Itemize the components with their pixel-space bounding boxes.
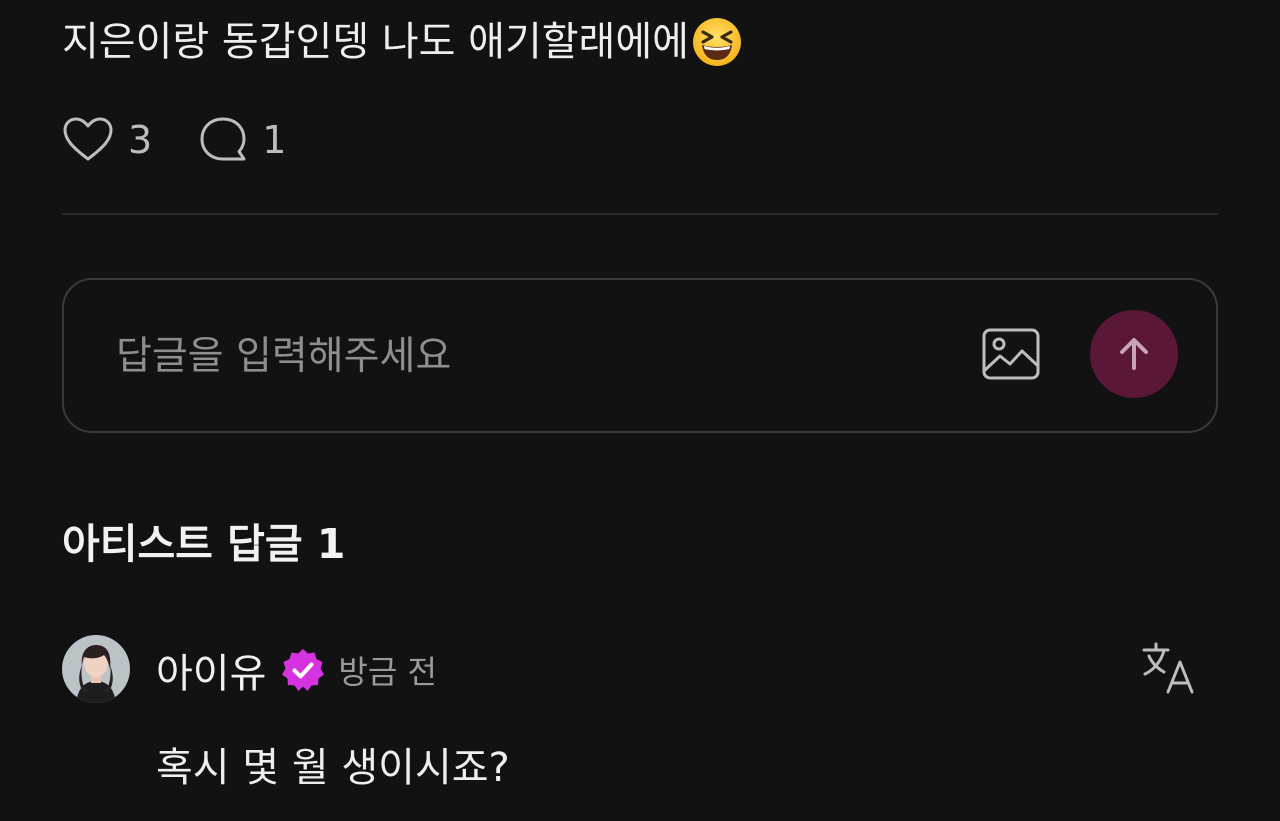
author-name[interactable]: 아이유 — [156, 641, 266, 699]
speech-bubble-icon — [200, 117, 246, 161]
reply-text: 혹시 몇 월 생이시죠? — [156, 745, 510, 791]
reply-header: 아이유 방금 전 — [156, 640, 437, 700]
artist-avatar-image — [62, 635, 130, 703]
reply-timestamp: 방금 전 — [338, 653, 437, 691]
comment-button[interactable]: 1 — [198, 115, 286, 165]
comment-count: 1 — [262, 118, 287, 162]
image-icon — [982, 328, 1040, 380]
post-detail-page: 지은이랑 동갑인뎅 나도 애기할래에에 3 1 답글을 입력해주세요 아티스트 … — [0, 0, 1280, 821]
artist-replies-title: 아티스트 답글 1 — [62, 520, 346, 568]
attach-image-button[interactable] — [980, 324, 1042, 386]
grinning-squinting-face-emoji-icon — [692, 18, 741, 66]
like-count: 3 — [128, 118, 153, 162]
post-actions: 3 1 — [62, 112, 286, 168]
arrow-up-icon — [1120, 338, 1148, 370]
divider — [62, 213, 1218, 215]
post-body: 지은이랑 동갑인뎅 나도 애기할래에에 — [62, 14, 743, 70]
verified-badge-icon — [282, 649, 325, 691]
avatar[interactable] — [62, 635, 130, 703]
translate-icon — [1142, 642, 1194, 694]
reply-input[interactable] — [116, 326, 916, 386]
like-button[interactable]: 3 — [62, 116, 152, 164]
post-text: 지은이랑 동갑인뎅 나도 애기할래에에 — [62, 19, 689, 65]
heart-icon — [63, 117, 113, 161]
translate-button[interactable] — [1140, 640, 1198, 698]
reply-composer — [62, 278, 1218, 433]
send-button[interactable] — [1090, 310, 1178, 398]
